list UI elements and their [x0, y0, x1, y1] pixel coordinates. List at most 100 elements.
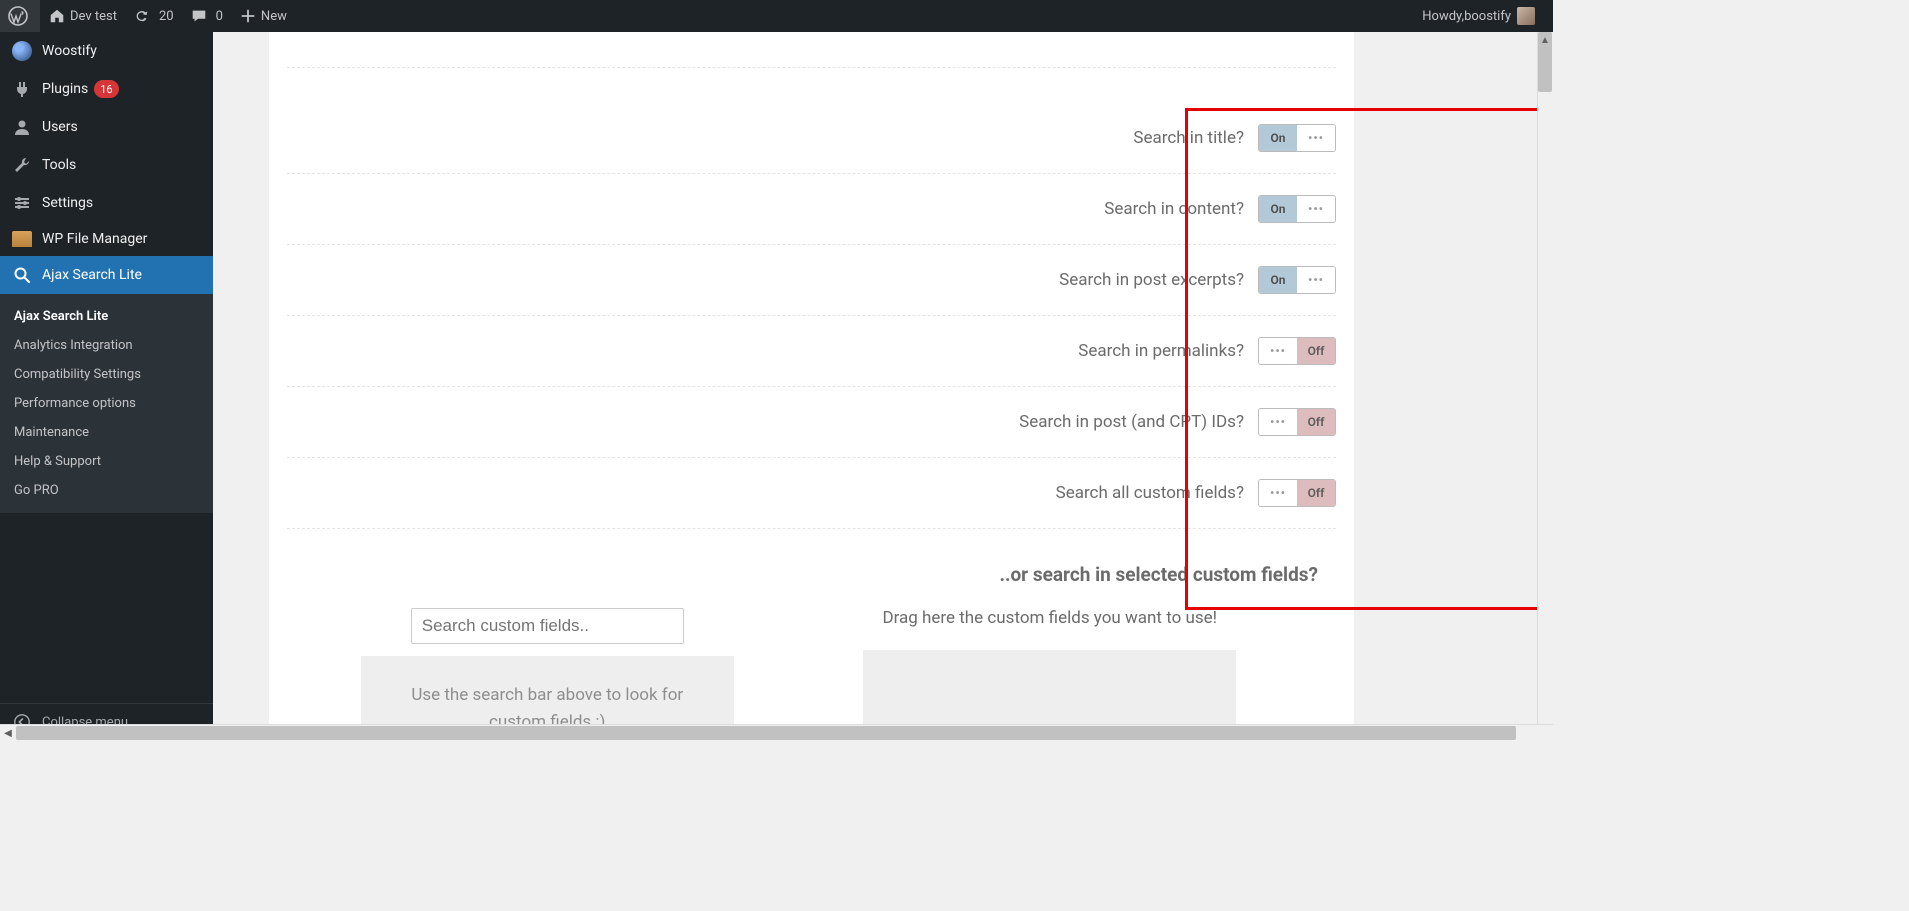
- menu-woostify[interactable]: Woostify: [0, 32, 213, 70]
- toggle-search-in-permalinks[interactable]: ••• Off: [1258, 337, 1336, 365]
- folder-icon: [10, 231, 34, 247]
- option-label: Search in content?: [1104, 199, 1244, 219]
- horizontal-scroll-thumb[interactable]: [16, 726, 1516, 740]
- admin-bar-left: Dev test 20 0 New: [0, 0, 295, 32]
- menu-plugins[interactable]: Plugins 16: [0, 70, 213, 108]
- admin-sidebar: Woostify Plugins 16 Users: [0, 32, 213, 740]
- toggle-search-in-title[interactable]: On •••: [1258, 124, 1336, 152]
- toggle-grip-icon: •••: [1259, 480, 1297, 506]
- howdy-prefix: Howdy,: [1422, 9, 1464, 24]
- option-row: Search all custom fields? ••• Off: [287, 458, 1336, 529]
- site-name: Dev test: [70, 9, 117, 24]
- admin-menu: Woostify Plugins 16 Users: [0, 32, 213, 294]
- option-label: Search all custom fields?: [1056, 483, 1244, 503]
- option-row: Search in title? On •••: [287, 67, 1336, 174]
- menu-settings[interactable]: Settings: [0, 184, 213, 222]
- scroll-up-arrow-icon[interactable]: ▲: [1537, 32, 1553, 48]
- plugins-icon: [10, 79, 34, 99]
- comments-link[interactable]: 0: [182, 0, 231, 32]
- toggle-off-label: Off: [1297, 338, 1335, 364]
- menu-label: Woostify: [42, 43, 97, 59]
- menu-label: WP File Manager: [42, 231, 147, 247]
- toggle-on-label: On: [1259, 125, 1297, 151]
- updates-count: 20: [159, 9, 174, 24]
- updates-icon: [133, 7, 151, 25]
- home-icon: [48, 7, 66, 25]
- option-label: Search in title?: [1133, 128, 1244, 148]
- option-row: Search in post (and CPT) IDs? ••• Off: [287, 387, 1336, 458]
- menu-label: Users: [42, 119, 78, 135]
- submenu-help-support[interactable]: Help & Support: [0, 447, 213, 476]
- toggle-grip-icon: •••: [1259, 338, 1297, 364]
- option-row: Search in content? On •••: [287, 174, 1336, 245]
- options-area: Search in title? On ••• Search in conten…: [269, 32, 1354, 529]
- admin-bar: Dev test 20 0 New: [0, 0, 1553, 32]
- toggle-grip-icon: •••: [1259, 409, 1297, 435]
- settings-icon: [10, 193, 34, 213]
- custom-fields-search-input[interactable]: [411, 608, 684, 644]
- toggle-search-in-ids[interactable]: ••• Off: [1258, 408, 1336, 436]
- wp-logo[interactable]: [0, 0, 40, 32]
- toggle-on-label: On: [1259, 267, 1297, 293]
- updates-link[interactable]: 20: [125, 0, 182, 32]
- comments-count: 0: [216, 9, 223, 24]
- scroll-left-arrow-icon[interactable]: ◀: [0, 725, 16, 741]
- menu-ajax-search-lite[interactable]: Ajax Search Lite: [0, 256, 213, 294]
- custom-fields-columns: Use the search bar above to look for cus…: [269, 608, 1354, 740]
- menu-tools[interactable]: Tools: [0, 146, 213, 184]
- option-label: Search in permalinks?: [1078, 341, 1244, 361]
- submenu-maintenance[interactable]: Maintenance: [0, 418, 213, 447]
- search-icon: [10, 265, 34, 285]
- custom-fields-heading: ..or search in selected custom fields?: [269, 529, 1354, 600]
- vertical-scrollbar[interactable]: [1537, 32, 1553, 740]
- option-label: Search in post (and CPT) IDs?: [1019, 412, 1244, 432]
- settings-panel: Search in title? On ••• Search in conten…: [269, 32, 1354, 724]
- toggle-search-in-excerpts[interactable]: On •••: [1258, 266, 1336, 294]
- cf-available-col: Use the search bar above to look for cus…: [337, 608, 758, 740]
- submenu-compatibility-settings[interactable]: Compatibility Settings: [0, 360, 213, 389]
- admin-bar-right: Howdy, boostify: [1414, 0, 1543, 32]
- submenu-ajax-search-lite-main[interactable]: Ajax Search Lite: [0, 302, 213, 331]
- menu-label: Tools: [42, 157, 76, 173]
- horizontal-scrollbar[interactable]: ◀: [0, 724, 1553, 740]
- menu-wp-file-manager[interactable]: WP File Manager: [0, 222, 213, 256]
- option-row: Search in post excerpts? On •••: [287, 245, 1336, 316]
- new-link[interactable]: New: [231, 0, 295, 32]
- menu-label: Plugins: [42, 81, 88, 97]
- submenu-ajax-search-lite: Ajax Search Lite Analytics Integration C…: [0, 294, 213, 513]
- users-icon: [10, 117, 34, 137]
- account-link[interactable]: Howdy, boostify: [1414, 0, 1543, 32]
- submenu-analytics-integration[interactable]: Analytics Integration: [0, 331, 213, 360]
- toggle-grip-icon: •••: [1297, 267, 1335, 293]
- plugins-badge: 16: [94, 80, 118, 98]
- toggle-search-in-content[interactable]: On •••: [1258, 195, 1336, 223]
- tools-icon: [10, 155, 34, 175]
- toggle-search-all-custom-fields[interactable]: ••• Off: [1258, 479, 1336, 507]
- menu-label: Settings: [42, 195, 93, 211]
- comment-icon: [190, 7, 208, 25]
- cf-selected-col: Drag here the custom fields you want to …: [840, 608, 1261, 740]
- content-inner: Search in title? On ••• Search in conten…: [269, 32, 1537, 724]
- menu-label: Ajax Search Lite: [42, 267, 142, 283]
- content-wrap: Search in title? On ••• Search in conten…: [213, 32, 1553, 740]
- avatar: [1517, 7, 1535, 25]
- submenu-go-pro[interactable]: Go PRO: [0, 476, 213, 505]
- menu-users[interactable]: Users: [0, 108, 213, 146]
- toggle-grip-icon: •••: [1297, 196, 1335, 222]
- plus-icon: [239, 7, 257, 25]
- submenu-performance-options[interactable]: Performance options: [0, 389, 213, 418]
- toggle-off-label: Off: [1297, 409, 1335, 435]
- wordpress-icon: [8, 6, 28, 26]
- toggle-off-label: Off: [1297, 480, 1335, 506]
- howdy-user: boostify: [1464, 9, 1511, 24]
- new-label: New: [261, 9, 287, 24]
- viewport: Dev test 20 0 New: [0, 0, 1553, 740]
- main-row: Woostify Plugins 16 Users: [0, 32, 1553, 740]
- woostify-icon: [10, 41, 34, 61]
- option-row: Search in permalinks? ••• Off: [287, 316, 1336, 387]
- option-label: Search in post excerpts?: [1059, 270, 1244, 290]
- toggle-on-label: On: [1259, 196, 1297, 222]
- cf-drag-label: Drag here the custom fields you want to …: [882, 608, 1217, 628]
- toggle-grip-icon: •••: [1297, 125, 1335, 151]
- site-name-link[interactable]: Dev test: [40, 0, 125, 32]
